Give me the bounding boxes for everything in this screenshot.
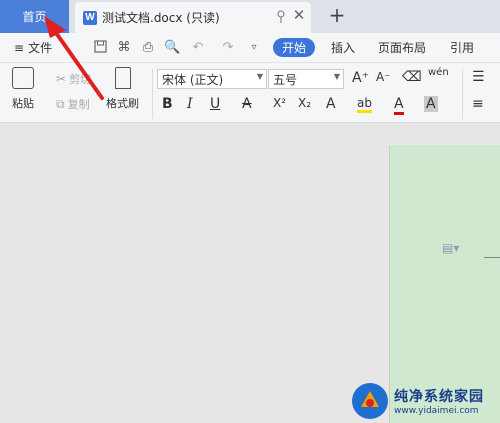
font-name-select[interactable]: 宋体 (正文) ▼ [157,69,267,89]
subscript-button[interactable]: X₂ [298,96,311,110]
file-menu[interactable]: ≡ 文件 [14,39,52,56]
margin-guide [484,257,500,258]
superscript-button[interactable]: X² [273,96,286,110]
copy-label: 复制 [67,98,90,111]
watermark-url: www.yidaimei.com [394,406,479,416]
copy-button[interactable]: ⧉ 复制 [56,96,90,112]
bullet-list-icon[interactable]: ☰ [472,69,485,85]
hamburger-icon: ≡ [14,40,25,55]
underline-button[interactable]: U [210,96,220,112]
pinyin-button[interactable]: wén [428,67,449,78]
chevron-down-icon: ▼ [256,72,263,81]
strikethrough-button[interactable]: A [242,96,252,112]
align-left-icon[interactable]: ≡ [472,96,484,112]
font-size-select[interactable]: 五号 ▼ [268,69,344,89]
copy-icon: ⧉ [56,96,65,111]
pin-icon[interactable] [275,10,289,24]
watermark-title: 纯净系统家园 [394,389,484,405]
tab-home-label: 首页 [22,10,47,24]
grow-font-button[interactable]: A⁺ [352,70,369,86]
cut-button[interactable]: ✂ 剪切 [56,71,91,87]
redo-icon[interactable]: ↷ [220,40,236,56]
tab-home[interactable]: 首页 [0,0,69,33]
menu-row: ≡ 文件 ⌘ ⎙ 🔍 ↶ ↷ ▿ 开始 插入 页面布局 引用 [0,33,500,63]
bold-button[interactable]: B [162,96,173,112]
paste-options-icon[interactable]: ▤▾ [442,241,459,255]
highlight-button[interactable]: ab [357,96,372,113]
eraser-icon[interactable]: ⌫ [402,69,422,85]
paste-button[interactable]: 粘贴 [12,67,34,111]
font-name-value: 宋体 (正文) [162,72,224,87]
shrink-font-button[interactable]: A⁻ [376,70,391,84]
customize-toolbar-icon[interactable]: ▿ [246,40,262,56]
scissors-icon: ✂ [56,72,67,86]
site-watermark: 纯净系统家园 www.yidaimei.com [352,379,500,423]
watermark-logo-icon [352,383,388,419]
font-color-button[interactable]: A [394,96,404,115]
print-icon[interactable]: ⎙ [140,40,156,56]
paste-label: 粘贴 [12,97,34,110]
tab-start-label: 开始 [281,41,306,55]
ribbon: 粘贴 ✂ 剪切 ⧉ 复制 格式刷 宋体 (正文) ▼ 五号 ▼ A⁺ A⁻ ⌫ … [0,63,500,123]
tab-insert[interactable]: 插入 [331,39,355,56]
ribbon-divider [462,69,463,119]
brush-icon [114,67,131,89]
file-menu-label: 文件 [28,41,53,55]
italic-button[interactable]: I [187,96,193,112]
format-painter-quick-icon[interactable]: ⌘ [116,40,132,56]
new-tab-button[interactable]: + [326,4,348,26]
tab-references[interactable]: 引用 [450,39,474,56]
tab-page-layout[interactable]: 页面布局 [378,39,426,56]
print-preview-icon[interactable]: 🔍 [164,40,180,56]
format-painter-label: 格式刷 [106,97,139,110]
close-icon[interactable]: ✕ [291,7,307,23]
chevron-down-icon: ▼ [333,72,340,81]
undo-icon[interactable]: ↶ [190,40,206,56]
tab-bar: 首页 W 测试文档.docx (只读) ✕ + [0,0,500,33]
font-size-value: 五号 [273,72,298,87]
tab-document[interactable]: W 测试文档.docx (只读) ✕ [75,2,311,33]
tab-start[interactable]: 开始 [273,38,315,57]
character-shading-button[interactable]: A [424,96,438,112]
save-icon[interactable] [92,40,108,56]
tab-document-title: 测试文档.docx (只读) [102,11,220,25]
format-painter-button[interactable]: 格式刷 [106,67,139,111]
cut-label: 剪切 [69,73,92,86]
clipboard-icon [12,67,34,89]
text-effect-button[interactable]: A [326,96,336,112]
writer-doc-icon: W [83,10,97,25]
ribbon-divider [152,69,153,119]
